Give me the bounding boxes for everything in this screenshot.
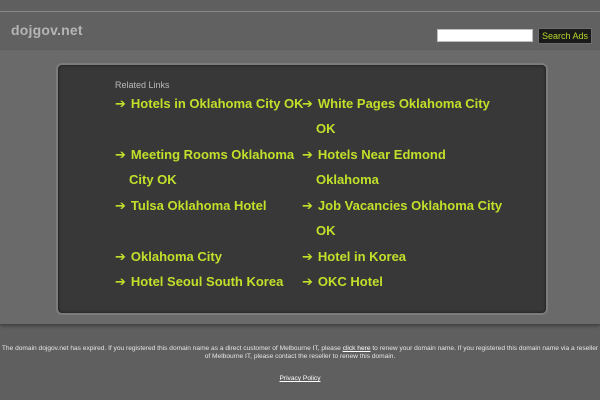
link-oklahoma-city[interactable]: ➔ Oklahoma City — [115, 244, 222, 270]
arrow-right-icon: ➔ — [302, 199, 313, 214]
privacy-policy-link[interactable]: Privacy Policy — [279, 375, 320, 382]
link-tulsa-oklahoma-hotel[interactable]: ➔ Tulsa Oklahoma Hotel — [115, 193, 266, 219]
link-white-pages-oklahoma-city[interactable]: ➔ White Pages Oklahoma City — [302, 91, 490, 117]
arrow-right-icon: ➔ — [115, 275, 126, 290]
privacy-policy-container: Privacy Policy — [0, 375, 600, 382]
link-hotels-near-edmond[interactable]: ➔ Hotels Near Edmond — [302, 142, 446, 168]
arrow-right-icon: ➔ — [302, 97, 313, 112]
link-job-vacancies-oklahoma-city[interactable]: ➔ Job Vacancies Oklahoma City — [302, 193, 502, 219]
link-meeting-rooms-oklahoma-wrap[interactable]: City OK — [129, 167, 177, 192]
arrow-right-icon: ➔ — [115, 148, 126, 163]
search-input[interactable] — [437, 29, 533, 42]
expiry-notice: The domain dojgov.net has expired. If yo… — [1, 345, 599, 360]
link-okc-hotel[interactable]: ➔ OKC Hotel — [302, 269, 383, 295]
arrow-right-icon: ➔ — [302, 148, 313, 163]
link-hotels-oklahoma-city[interactable]: ➔ Hotels in Oklahoma City OK — [115, 91, 304, 117]
link-hotel-seoul-south-korea[interactable]: ➔ Hotel Seoul South Korea — [115, 269, 283, 295]
site-logo: dojgov.net — [11, 22, 83, 38]
click-here-link[interactable]: click here — [343, 345, 371, 352]
link-hotels-near-edmond-wrap[interactable]: Oklahoma — [316, 167, 379, 192]
arrow-right-icon: ➔ — [302, 250, 313, 265]
search-ads-button[interactable]: Search Ads — [538, 28, 593, 44]
arrow-right-icon: ➔ — [115, 199, 126, 214]
arrow-right-icon: ➔ — [115, 250, 126, 265]
link-meeting-rooms-oklahoma[interactable]: ➔ Meeting Rooms Oklahoma — [115, 142, 294, 168]
link-white-pages-oklahoma-city-wrap[interactable]: OK — [316, 116, 336, 141]
link-job-vacancies-oklahoma-city-wrap[interactable]: OK — [316, 218, 336, 243]
link-hotel-in-korea[interactable]: ➔ Hotel in Korea — [302, 244, 406, 270]
arrow-right-icon: ➔ — [302, 275, 313, 290]
related-links-title: Related Links — [115, 80, 170, 90]
arrow-right-icon: ➔ — [115, 97, 126, 112]
